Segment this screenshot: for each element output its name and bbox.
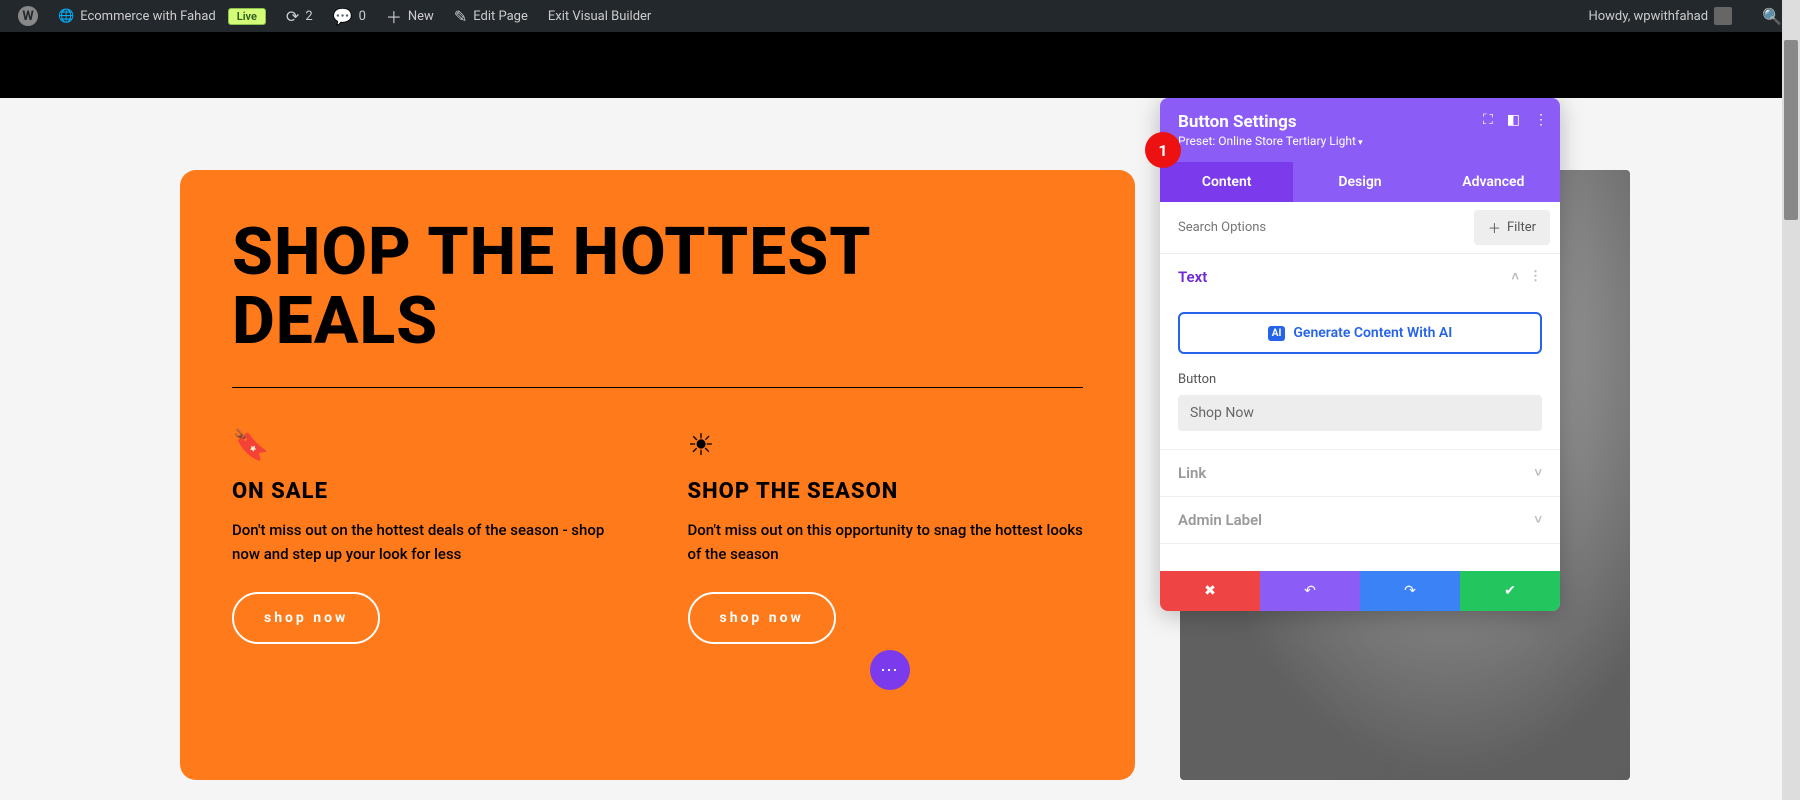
section-admin-label-toggle[interactable]: Admin Label ˅ bbox=[1160, 497, 1560, 543]
button-text-input[interactable] bbox=[1178, 395, 1542, 431]
block-title: ON SALE bbox=[232, 479, 628, 504]
site-name-menu[interactable]: 🌐 Ecommerce with Fahad Live bbox=[48, 0, 276, 32]
kebab-icon[interactable]: ⋮ bbox=[1534, 112, 1548, 128]
plus-icon: ＋ bbox=[1488, 218, 1501, 237]
kebab-icon[interactable]: ⋮ bbox=[1529, 269, 1542, 285]
howdy-label: Howdy, wpwithfahad bbox=[1588, 9, 1708, 24]
edit-page-link[interactable]: ✎ Edit Page bbox=[444, 0, 538, 32]
options-search-input[interactable] bbox=[1170, 212, 1466, 243]
user-menu[interactable]: Howdy, wpwithfahad bbox=[1578, 0, 1742, 32]
expand-icon[interactable]: ⛶ bbox=[1483, 112, 1493, 128]
check-icon: ✔ bbox=[1504, 583, 1516, 599]
wp-admin-bar: W 🌐 Ecommerce with Fahad Live ⟳ 2 💬 0 ＋ … bbox=[0, 0, 1800, 32]
comment-icon: 💬 bbox=[333, 7, 353, 26]
dock-icon[interactable]: ◧ bbox=[1507, 112, 1520, 128]
section-link: Link ˅ bbox=[1160, 450, 1560, 497]
close-icon: ✖ bbox=[1204, 583, 1216, 599]
section-link-toggle[interactable]: Link ˅ bbox=[1160, 450, 1560, 496]
panel-search-row: ＋ Filter bbox=[1160, 202, 1560, 254]
panel-header[interactable]: Button Settings Preset: Online Store Ter… bbox=[1160, 98, 1560, 162]
dots-icon: ⋯ bbox=[880, 660, 900, 681]
block-text: Don't miss out on the hottest deals of t… bbox=[232, 518, 628, 566]
comments-count: 0 bbox=[359, 9, 366, 24]
wordpress-icon: W bbox=[18, 6, 38, 26]
updates-count: 2 bbox=[305, 9, 312, 24]
panel-preset-dropdown[interactable]: Preset: Online Store Tertiary Light bbox=[1178, 134, 1542, 148]
hero-block-shop-season: ☀ SHOP THE SEASON Don't miss out on this… bbox=[688, 428, 1084, 644]
search-icon: 🔍 bbox=[1762, 7, 1782, 26]
undo-icon: ↶ bbox=[1304, 583, 1316, 599]
scrollbar-thumb[interactable] bbox=[1784, 40, 1798, 220]
section-text: Text ˄ ⋮ AI Generate Content With AI But… bbox=[1160, 254, 1560, 450]
panel-body: Text ˄ ⋮ AI Generate Content With AI But… bbox=[1160, 254, 1560, 571]
wp-logo-menu[interactable]: W bbox=[8, 0, 48, 32]
new-label: New bbox=[408, 9, 434, 24]
undo-button[interactable]: ↶ bbox=[1260, 571, 1360, 611]
shop-now-button[interactable]: shop now bbox=[232, 592, 380, 644]
hero-card: SHOP THE HOTTEST DEALS 🔖 ON SALE Don't m… bbox=[180, 170, 1135, 780]
user-avatar bbox=[1714, 7, 1732, 25]
tab-design[interactable]: Design bbox=[1293, 162, 1426, 202]
button-field-label: Button bbox=[1178, 372, 1542, 387]
updates-icon: ⟳ bbox=[286, 7, 299, 26]
filter-button[interactable]: ＋ Filter bbox=[1474, 210, 1550, 245]
exit-visual-builder-link[interactable]: Exit Visual Builder bbox=[538, 0, 661, 32]
divider bbox=[232, 387, 1083, 388]
save-button[interactable]: ✔ bbox=[1460, 571, 1560, 611]
site-name: Ecommerce with Fahad bbox=[80, 9, 216, 24]
sun-icon: ☀ bbox=[688, 428, 1084, 463]
edit-page-label: Edit Page bbox=[473, 9, 528, 24]
module-actions-fab[interactable]: ⋯ bbox=[870, 650, 910, 690]
bookmark-icon: 🔖 bbox=[232, 428, 628, 463]
step-marker-1: 1 bbox=[1145, 132, 1181, 168]
comments-menu[interactable]: 💬 0 bbox=[323, 0, 376, 32]
hero-headline: SHOP THE HOTTEST DEALS bbox=[232, 218, 1083, 357]
chevron-up-icon: ˄ bbox=[1511, 269, 1519, 285]
hero-block-on-sale: 🔖 ON SALE Don't miss out on the hottest … bbox=[232, 428, 628, 644]
window-scrollbar[interactable] bbox=[1782, 0, 1800, 800]
section-admin-label: Admin Label ˅ bbox=[1160, 497, 1560, 544]
exit-builder-label: Exit Visual Builder bbox=[548, 9, 651, 24]
page-header-strip bbox=[0, 32, 1800, 98]
generate-ai-button[interactable]: AI Generate Content With AI bbox=[1178, 312, 1542, 354]
pencil-icon: ✎ bbox=[454, 7, 467, 26]
globe-icon: 🌐 bbox=[58, 9, 74, 24]
block-text: Don't miss out on this opportunity to sn… bbox=[688, 518, 1084, 566]
new-content-menu[interactable]: ＋ New bbox=[376, 0, 444, 32]
panel-footer: ✖ ↶ ↷ ✔ bbox=[1160, 571, 1560, 611]
panel-tabs: Content Design Advanced bbox=[1160, 162, 1560, 202]
tab-content[interactable]: Content bbox=[1160, 162, 1293, 202]
chevron-down-icon: ˅ bbox=[1534, 465, 1542, 481]
module-settings-panel: Button Settings Preset: Online Store Ter… bbox=[1160, 98, 1560, 611]
plus-icon: ＋ bbox=[386, 4, 402, 28]
discard-button[interactable]: ✖ bbox=[1160, 571, 1260, 611]
filter-label: Filter bbox=[1507, 220, 1536, 235]
redo-button[interactable]: ↷ bbox=[1360, 571, 1460, 611]
live-badge: Live bbox=[228, 8, 266, 25]
shop-now-button[interactable]: shop now bbox=[688, 592, 836, 644]
section-text-toggle[interactable]: Text ˄ ⋮ bbox=[1160, 254, 1560, 300]
block-title: SHOP THE SEASON bbox=[688, 479, 1084, 504]
chevron-down-icon: ˅ bbox=[1534, 512, 1542, 528]
ai-icon: AI bbox=[1268, 326, 1286, 341]
redo-icon: ↷ bbox=[1404, 583, 1416, 599]
tab-advanced[interactable]: Advanced bbox=[1427, 162, 1560, 202]
updates-menu[interactable]: ⟳ 2 bbox=[276, 0, 323, 32]
